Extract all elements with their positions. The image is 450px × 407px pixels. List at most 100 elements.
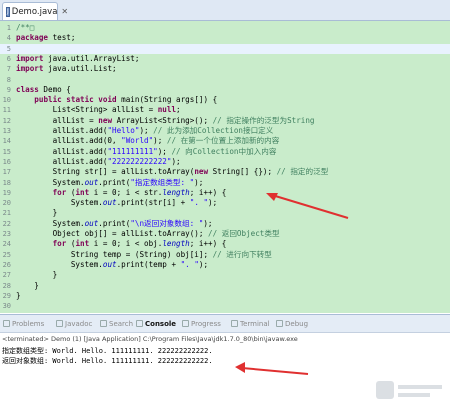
view-tab-search[interactable]: Search (100, 318, 133, 329)
code-token: allList = (16, 115, 99, 125)
problems-icon (3, 320, 10, 327)
code-line[interactable]: 1 /**□ (0, 23, 450, 33)
code-line[interactable]: 14 allList.add(0, "World"); // 在第一个位置上添加… (0, 136, 450, 146)
code-text: } (16, 291, 21, 301)
code-line[interactable]: 13 allList.add("Hello"); // 此为添加Collecti… (0, 126, 450, 136)
code-line[interactable]: 27 } (0, 270, 450, 280)
code-text: String str[] = allList.toArray(new Strin… (16, 167, 329, 177)
code-line[interactable]: 26 System.out.print(temp + ". "); (0, 260, 450, 270)
code-line[interactable]: 24 for (int i = 0; i < obj.length; i++) … (0, 239, 450, 249)
view-tab-problems[interactable]: Problems (3, 318, 44, 329)
code-token: out (84, 177, 99, 187)
code-token: import (16, 64, 44, 74)
code-line[interactable]: 16 allList.add("222222222222"); (0, 157, 450, 167)
line-number: 24 (2, 240, 11, 249)
code-line[interactable]: 30 (0, 301, 450, 311)
search-icon (100, 320, 107, 327)
code-line[interactable]: 20 System.out.print(str[i] + ". "); (0, 198, 450, 208)
code-line[interactable]: 25 String temp = (String) obj[i]; // 进行向… (0, 250, 450, 260)
console-view[interactable]: <terminated> Demo (1) [Java Application]… (0, 333, 450, 407)
code-line[interactable]: 7 import java.util.List; (0, 64, 450, 74)
code-text: for (int i = 0; i < obj.length; i++) { (16, 239, 227, 249)
code-line[interactable]: 23 Object obj[] = allList.toArray(); // … (0, 229, 450, 239)
view-tab-terminal[interactable]: Terminal (231, 318, 270, 329)
view-tab-label: Progress (191, 319, 221, 328)
code-token: .print(str[i] + (116, 198, 190, 208)
view-tab-label: Debug (285, 319, 309, 328)
code-token: public static void (34, 95, 117, 105)
code-token: "World" (121, 136, 154, 146)
code-line[interactable]: 21 } (0, 208, 450, 218)
code-editor[interactable]: 1 /**□ 4 package test; 5 6 import java.util.Ar… (0, 21, 450, 313)
code-line[interactable]: 11 List<String> allList = null; (0, 105, 450, 115)
code-line[interactable]: 6 import java.util.ArrayList; (0, 54, 450, 64)
code-token: ); (157, 146, 172, 156)
code-token: null (157, 105, 177, 115)
code-line[interactable]: 9 class Demo { (0, 85, 450, 95)
code-token: System. (16, 177, 85, 187)
line-number: 1 (6, 24, 11, 32)
console-output-line-1: 指定数组类型: World. Hello. 111111111. 2222222… (2, 347, 213, 355)
code-text: List<String> allList = null; (16, 105, 181, 115)
code-token: int (75, 239, 90, 249)
line-number: 6 (6, 54, 11, 63)
code-line[interactable]: 12 allList = new ArrayList<String>(); //… (0, 116, 450, 126)
code-line[interactable]: 4 package test; (0, 33, 450, 43)
code-line[interactable]: 5 (0, 43, 450, 54)
line-number: 25 (2, 250, 11, 259)
code-line[interactable]: 18 System.out.print("指定数组类型: "); (0, 178, 450, 188)
line-number: 15 (2, 147, 11, 156)
code-text: System.out.print(str[i] + ". "); (16, 198, 217, 208)
code-text: allList.add("222222222222"); (16, 157, 181, 167)
code-text: public static void main(String args[]) { (16, 95, 217, 105)
code-text: /**□ (16, 23, 34, 33)
line-number: 23 (2, 230, 11, 238)
code-line[interactable]: 29} (0, 291, 450, 301)
code-token: .print(temp + (116, 259, 181, 269)
view-tab-progress[interactable]: Progress (182, 318, 221, 329)
code-line[interactable]: 28 } (0, 281, 450, 291)
editor-tab-bar: J Demo.java ✕ (0, 0, 450, 21)
code-line[interactable]: 22 System.out.print("\n返回对象数组: "); (0, 219, 450, 229)
code-token: out (84, 218, 99, 228)
code-token: } (16, 290, 21, 300)
code-token: ); (208, 198, 218, 208)
code-token: out (102, 198, 117, 208)
view-tab-debug[interactable]: Debug (276, 318, 308, 329)
code-token: } (16, 270, 58, 280)
view-tab-javadoc[interactable]: Javadoc (56, 318, 92, 329)
code-token: ); (194, 177, 204, 187)
code-token: allList.add( (16, 126, 108, 135)
line-number: 22 (2, 219, 11, 228)
line-number: 17 (2, 168, 11, 177)
code-token: } (16, 280, 39, 290)
view-tab-label: Terminal (240, 319, 270, 328)
code-token: "222222222222" (107, 156, 172, 166)
editor-tab-demo-java[interactable]: J Demo.java ✕ (2, 2, 68, 20)
code-token: ; (176, 105, 181, 115)
code-token: new (98, 115, 113, 125)
line-number: 18 (2, 178, 11, 187)
code-token: allList.add(0, (16, 136, 122, 146)
code-token: } (16, 208, 58, 218)
close-icon[interactable]: ✕ (61, 7, 68, 16)
code-line[interactable]: 19 for (int i = 0; i < str.length; i++) … (0, 188, 450, 198)
code-line[interactable]: 8 (0, 75, 450, 85)
line-number: 11 (2, 106, 11, 115)
code-token: ); (153, 136, 167, 146)
code-line[interactable]: 17 String str[] = allList.toArray(new St… (0, 167, 450, 177)
code-token: "指定数组类型: " (130, 177, 195, 187)
line-number: 12 (2, 116, 11, 125)
code-line[interactable]: 15 allList.add("111111111"); // 向Collect… (0, 147, 450, 157)
line-number: 14 (2, 137, 11, 146)
line-number: 27 (2, 271, 11, 280)
editor-tab-label: Demo.java (11, 6, 58, 17)
view-tab-console[interactable]: Console (136, 318, 176, 329)
code-token: System. (16, 259, 103, 269)
code-line[interactable]: 10 public static void main(String args[]… (0, 95, 450, 105)
code-text: System.out.print("\n返回对象数组: "); (16, 218, 213, 229)
line-number: 8 (6, 75, 11, 84)
line-number: 21 (2, 209, 11, 218)
view-tab-label: Javadoc (65, 319, 93, 328)
